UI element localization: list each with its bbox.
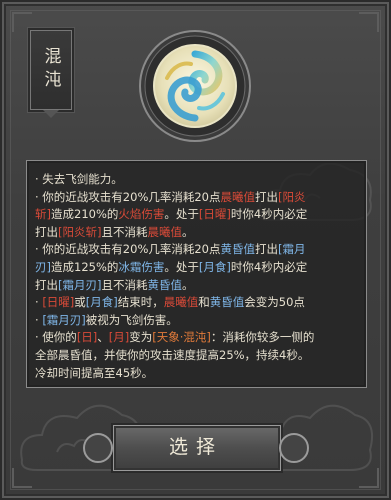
description-text: 时你4秒内必定: [230, 260, 308, 274]
skill-card: 混沌 · 失去飞剑能力。 · 你的近战攻击有20%几率消耗20点晨曦值打出[阳炎…: [0, 0, 391, 500]
description-text: 且不消耗: [101, 224, 148, 239]
frame-corner: [12, 12, 32, 32]
description-text: 。: [181, 277, 194, 292]
description-text: 黄昏值: [209, 295, 245, 310]
description-text: · 你的近战攻击有20%几率消耗20点: [35, 189, 221, 204]
description-line: · 你的近战攻击有20%几率消耗20点晨曦值打出[阳炎: [35, 189, 360, 206]
description-text: [阳炎斩]: [58, 224, 102, 239]
description-text: ：消耗你较多一侧的: [210, 330, 315, 345]
description-text: [日曜]: [198, 207, 231, 222]
description-text: 晨曦值: [147, 224, 182, 239]
skill-name-tag: 混沌: [30, 30, 72, 110]
frame-corner: [359, 12, 379, 32]
description-text: 和: [198, 295, 210, 310]
skill-description: · 失去飞剑能力。 · 你的近战攻击有20%几率消耗20点晨曦值打出[阳炎 斩]造成…: [26, 160, 367, 388]
description-text: 结束时，: [117, 295, 164, 310]
description-text: [天象·混沌]: [152, 330, 211, 345]
description-text: 黄昏值: [147, 277, 182, 292]
description-text: 会变为50点: [244, 295, 305, 310]
button-knob-icon: [279, 433, 309, 463]
description-text: 。处于: [164, 260, 199, 274]
description-text: [月]: [108, 330, 130, 345]
description-line: 斩]造成210%的火焰伤害。处于[日曜]时你4秒内必定: [35, 206, 360, 223]
description-line: · [霜月刃]被视为飞剑伤害。: [35, 312, 360, 329]
description-text: 火焰伤害: [118, 207, 165, 222]
description-text: 且不消耗: [101, 277, 148, 292]
description-text: 造成125%的: [51, 260, 119, 274]
description-text: [月食]: [198, 260, 231, 274]
description-line: 打出[霜月刃]且不消耗黄昏值。: [35, 277, 360, 294]
description-text: [月食]: [85, 295, 118, 310]
description-text: 黄昏值: [220, 242, 256, 257]
select-button[interactable]: 选择: [83, 425, 309, 471]
description-text: 冷却时间提高至45秒。: [35, 365, 154, 380]
description-text: 造成210%的: [51, 207, 119, 222]
description-text: · 使你的: [35, 330, 77, 345]
description-text: 。: [181, 224, 194, 239]
description-text: 被视为飞剑伤害。: [85, 312, 178, 327]
description-line: 刃]造成125%的冰霜伤害。处于[月食]时你4秒内必定: [35, 259, 360, 276]
description-line: 打出[阳炎斩]且不消耗晨曦值。: [35, 224, 360, 241]
description-text: 晨曦值: [220, 189, 256, 204]
description-text: [霜月刃]: [58, 277, 102, 292]
frame-corner: [359, 468, 379, 488]
description-line: · 使你的[日]、[月]变为[天象·混沌]：消耗你较多一侧的: [35, 329, 360, 346]
description-text: 、: [97, 330, 109, 345]
description-text: [阳炎: [278, 189, 306, 204]
description-text: 或: [74, 295, 86, 310]
description-text: 变为: [129, 330, 153, 345]
swirl-emblem-icon: [155, 46, 235, 126]
description-text: 打出: [255, 189, 279, 204]
description-text: 斩]: [35, 207, 51, 222]
description-text: [霜月刃]: [42, 312, 86, 327]
description-text: 冰霜伤害: [118, 260, 165, 274]
description-text: 刃]: [35, 260, 51, 274]
description-line: · [日曜]或[月食]结束时，晨曦值和黄昏值会变为50点: [35, 294, 360, 311]
skill-emblem: [139, 30, 251, 142]
description-text: · 你的近战攻击有20%几率消耗20点: [35, 242, 221, 257]
description-text: [日曜]: [42, 295, 75, 310]
description-text: 时你4秒内必定: [230, 207, 308, 222]
description-line: · 你的近战攻击有20%几率消耗20点黄昏值打出[霜月: [35, 241, 360, 258]
description-text: [霜月: [278, 242, 306, 257]
description-text: 。处于: [164, 207, 199, 222]
description-text: 打出: [35, 277, 58, 292]
description-text: · 失去飞剑能力。: [35, 172, 123, 186]
description-line: 全部晨昏值，并使你的攻击速度提高25%，持续4秒。: [35, 347, 360, 364]
description-text: 晨曦值: [163, 295, 199, 310]
description-line: · 失去飞剑能力。: [35, 171, 360, 188]
frame-corner: [12, 468, 32, 488]
description-text: [日]: [76, 330, 98, 345]
description-text: 打出: [255, 242, 279, 257]
description-text: 全部晨昏值，并使你的攻击速度提高25%，持续4秒。: [35, 348, 310, 362]
description-line: 冷却时间提高至45秒。: [35, 365, 360, 382]
description-text: 打出: [35, 224, 58, 239]
select-button-label: 选择: [168, 436, 223, 458]
button-knob-icon: [83, 433, 113, 463]
skill-name: 混沌: [40, 47, 61, 93]
